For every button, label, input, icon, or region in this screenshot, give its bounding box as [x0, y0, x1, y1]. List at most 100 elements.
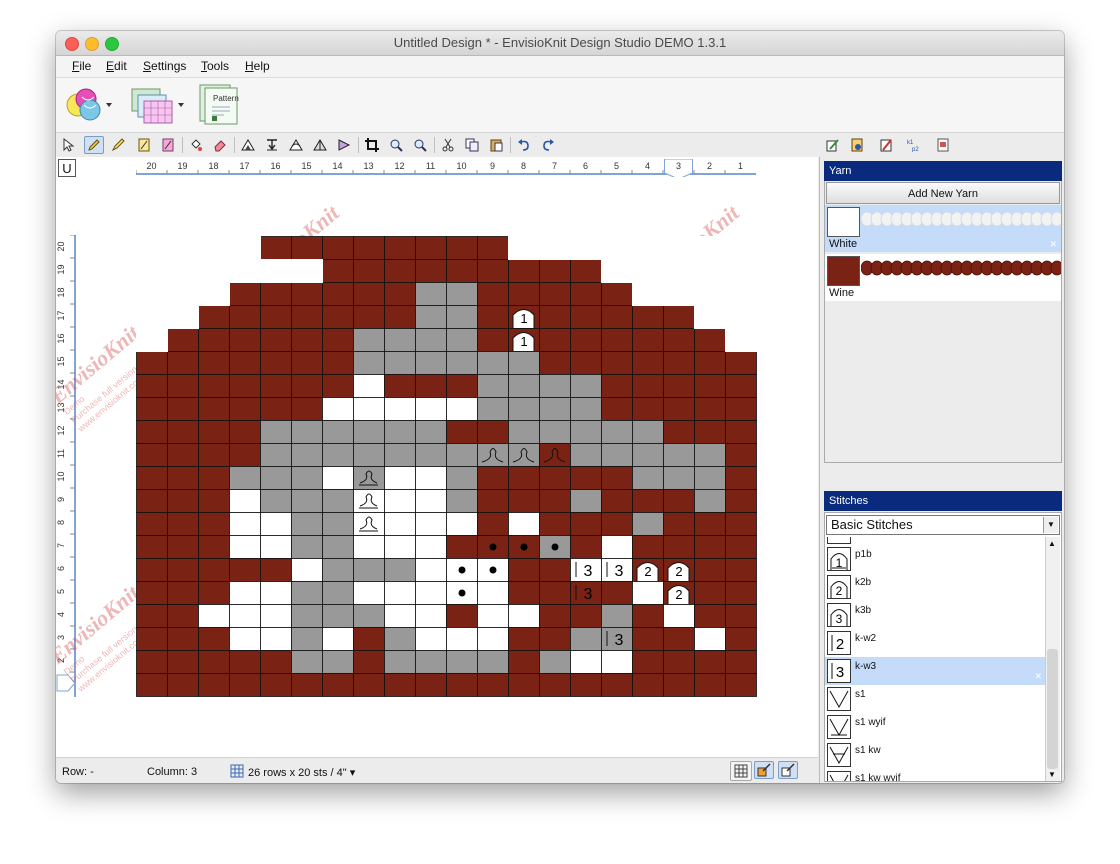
chart-cell[interactable]: [632, 535, 664, 559]
zoom-in-tool[interactable]: [386, 136, 406, 154]
chart-cell[interactable]: [384, 236, 416, 260]
mirror-right-tool[interactable]: [334, 136, 354, 154]
chart-cell[interactable]: [539, 558, 571, 582]
chart-cell[interactable]: [477, 282, 509, 306]
chart-cell[interactable]: [291, 443, 323, 467]
chart-cell[interactable]: [601, 512, 633, 536]
chart-cell[interactable]: [291, 512, 323, 536]
chart-cell[interactable]: [260, 305, 292, 329]
chart-cell[interactable]: [539, 673, 571, 697]
chart-cell[interactable]: [632, 305, 664, 329]
chart-cell[interactable]: [322, 305, 354, 329]
underline-toggle[interactable]: U: [58, 159, 76, 177]
chart-cell[interactable]: [508, 581, 540, 605]
grid-view-button[interactable]: [730, 761, 752, 781]
chart-size-dropdown[interactable]: 26 rows x 20 sts / 4" ▾: [248, 766, 355, 779]
chart-cell[interactable]: [322, 604, 354, 628]
chart-cell[interactable]: [415, 259, 447, 283]
chart-cell[interactable]: [415, 512, 447, 536]
chart-cell[interactable]: [508, 604, 540, 628]
chart-cell[interactable]: [384, 420, 416, 444]
chart-cell[interactable]: [725, 374, 757, 398]
chart-cell[interactable]: [477, 489, 509, 513]
chart-cell[interactable]: [694, 351, 726, 375]
chart-cell[interactable]: [353, 489, 385, 513]
chart-cell[interactable]: [694, 466, 726, 490]
page-pink-tool[interactable]: [158, 136, 178, 154]
chart-cell[interactable]: [384, 627, 416, 651]
chart-cell[interactable]: [167, 397, 199, 421]
chart-cell[interactable]: [601, 650, 633, 674]
chart-cell[interactable]: [694, 397, 726, 421]
copy-button[interactable]: [462, 136, 482, 154]
stitch-item-s1-wyif[interactable]: s1 wyif: [825, 713, 1046, 742]
chart-cell[interactable]: [384, 535, 416, 559]
chart-cell[interactable]: [601, 282, 633, 306]
chart-cell[interactable]: [477, 650, 509, 674]
chart-cell[interactable]: [725, 489, 757, 513]
chart-cell[interactable]: [508, 420, 540, 444]
chart-cell[interactable]: [136, 466, 168, 490]
chart-cell[interactable]: [694, 535, 726, 559]
chart-cell[interactable]: [229, 650, 261, 674]
chart-cell[interactable]: [291, 374, 323, 398]
chart-cell[interactable]: [446, 535, 478, 559]
chart-cell[interactable]: [384, 328, 416, 352]
chart-cell[interactable]: [570, 282, 602, 306]
chart-cell[interactable]: [446, 397, 478, 421]
chart-cell[interactable]: [198, 489, 230, 513]
chart-cell[interactable]: [198, 535, 230, 559]
chart-cell[interactable]: [694, 443, 726, 467]
chart-cell[interactable]: [198, 673, 230, 697]
chart-cell[interactable]: [322, 443, 354, 467]
chart-cell[interactable]: [539, 466, 571, 490]
chart-cell[interactable]: [322, 581, 354, 605]
mirror-down-tool[interactable]: [262, 136, 282, 154]
chart-cell[interactable]: [725, 443, 757, 467]
chart-cell[interactable]: [632, 351, 664, 375]
chart-cell[interactable]: [167, 512, 199, 536]
chart-cell[interactable]: [291, 397, 323, 421]
symbol-view-button[interactable]: [778, 761, 798, 779]
chart-cell[interactable]: [353, 351, 385, 375]
cut-button[interactable]: [438, 136, 458, 154]
chart-cell[interactable]: [663, 443, 695, 467]
chart-cell[interactable]: [384, 489, 416, 513]
chart-cell[interactable]: [446, 650, 478, 674]
chart-cell[interactable]: [539, 650, 571, 674]
chart-cell[interactable]: [508, 627, 540, 651]
chart-cell[interactable]: [508, 558, 540, 582]
chart-cell[interactable]: [229, 374, 261, 398]
chart-cell[interactable]: [291, 466, 323, 490]
chart-cell[interactable]: [136, 581, 168, 605]
chart-cell[interactable]: [167, 650, 199, 674]
chart-cell[interactable]: [601, 581, 633, 605]
chart-cell[interactable]: [663, 374, 695, 398]
stitch-list-scrollbar[interactable]: ▲ ▼: [1045, 537, 1060, 781]
chart-cell[interactable]: [260, 558, 292, 582]
chart-cell[interactable]: [632, 512, 664, 536]
chart-cell[interactable]: [601, 604, 633, 628]
chart-cell[interactable]: [446, 673, 478, 697]
redo-button[interactable]: [538, 136, 558, 154]
remove-yarn-icon[interactable]: ✕: [1049, 239, 1057, 250]
chart-cell[interactable]: [291, 236, 323, 260]
chart-cell[interactable]: [694, 374, 726, 398]
chart-cell[interactable]: [539, 604, 571, 628]
chart-cell[interactable]: [353, 374, 385, 398]
chart-cell[interactable]: [322, 673, 354, 697]
chart-cell[interactable]: [384, 351, 416, 375]
chart-cell[interactable]: [477, 236, 509, 260]
chart-cell[interactable]: [260, 512, 292, 536]
chart-cell[interactable]: [477, 351, 509, 375]
chart-cell[interactable]: [136, 650, 168, 674]
chart-cell[interactable]: [508, 259, 540, 283]
chart-cell[interactable]: [353, 558, 385, 582]
chart-cell[interactable]: [136, 535, 168, 559]
chart-cell[interactable]: [663, 673, 695, 697]
chart-cell[interactable]: [322, 466, 354, 490]
chart-cell[interactable]: [508, 466, 540, 490]
chart-canvas[interactable]: U 20 19 18 17 16 15 14 13 12 11 10 9 8 7 6 5 4 3 2 1 20 19 18…: [56, 157, 818, 757]
chart-cell[interactable]: [167, 328, 199, 352]
flip-tool[interactable]: [310, 136, 330, 154]
